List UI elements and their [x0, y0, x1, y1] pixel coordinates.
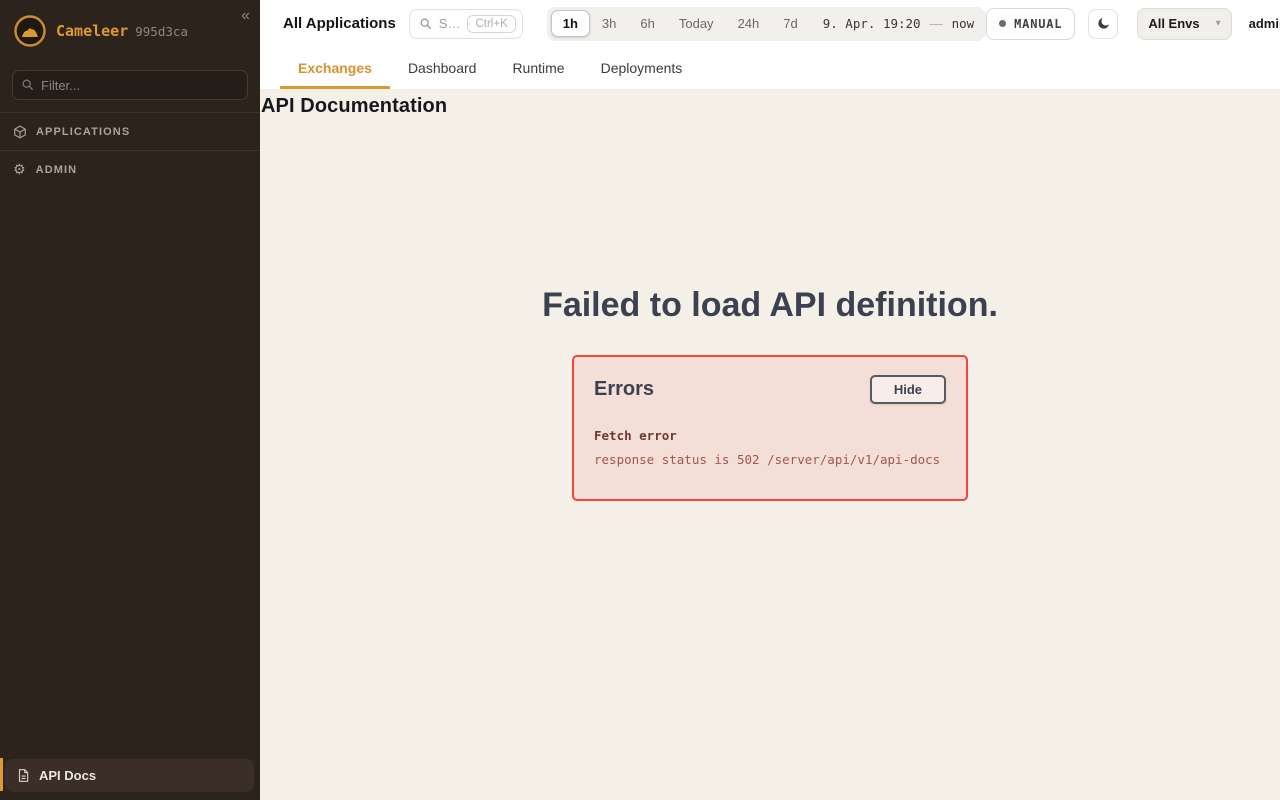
page-title: API Documentation — [260, 95, 1280, 118]
user-menu[interactable]: admin — [1249, 16, 1280, 31]
tab-bar: Exchanges Dashboard Runtime Deployments — [260, 47, 1280, 89]
environment-select[interactable]: All Envs ▾ — [1137, 8, 1231, 40]
app-name: Cameleer — [56, 22, 128, 40]
sidebar-header: Cameleer 995d3ca « — [0, 0, 260, 62]
time-start: 9. Apr. 19:20 — [823, 16, 921, 31]
error-message: response status is 502 /server/api/v1/ap… — [594, 452, 946, 467]
errors-panel-header: Errors Hide — [594, 375, 946, 404]
time-range-today[interactable]: Today — [667, 10, 726, 37]
errors-panel: Errors Hide Fetch error response status … — [572, 355, 968, 501]
main-content: API Documentation Failed to load API def… — [260, 89, 1280, 800]
global-search-box[interactable]: S… Ctrl+K — [409, 9, 523, 39]
time-range-1h[interactable]: 1h — [551, 10, 590, 37]
active-item-accent-bar — [0, 758, 3, 791]
time-range-24h[interactable]: 24h — [726, 10, 772, 37]
time-display: 9. Apr. 19:20 — now — [823, 16, 974, 31]
search-icon — [21, 78, 34, 96]
dark-mode-toggle[interactable] — [1088, 9, 1118, 39]
top-header: All Applications S… Ctrl+K 1h 3h 6h Toda… — [260, 0, 1280, 47]
sidebar-collapse-button[interactable]: « — [241, 8, 250, 24]
manual-mode-button[interactable]: MANUAL — [986, 8, 1075, 40]
document-icon — [16, 768, 30, 783]
sidebar-spacer — [0, 188, 260, 759]
sidebar-item-label: ADMIN — [36, 164, 78, 176]
error-item: Fetch error response status is 502 /serv… — [594, 428, 946, 467]
tab-runtime[interactable]: Runtime — [494, 47, 582, 89]
app-instance-id: 995d3ca — [135, 24, 188, 39]
sidebar-footer: API Docs — [0, 759, 260, 800]
hide-errors-button[interactable]: Hide — [870, 375, 946, 404]
sidebar-item-applications[interactable]: APPLICATIONS — [0, 112, 260, 150]
header-title: All Applications — [283, 15, 396, 32]
error-title: Fetch error — [594, 428, 946, 443]
filter-input[interactable] — [12, 70, 248, 100]
sidebar-item-admin[interactable]: ⚙ ADMIN — [0, 150, 260, 188]
moon-icon — [1096, 16, 1111, 31]
error-headline: Failed to load API definition. — [260, 286, 1280, 325]
search-icon — [419, 17, 432, 30]
sidebar-item-label: APPLICATIONS — [36, 126, 130, 138]
time-range-7d[interactable]: 7d — [771, 10, 809, 37]
errors-panel-title: Errors — [594, 378, 654, 401]
time-range-selector: 1h 3h 6h Today 24h 7d 9. Apr. 19:20 — no… — [547, 7, 986, 41]
time-range-6h[interactable]: 6h — [628, 10, 666, 37]
time-separator: — — [930, 16, 943, 31]
sidebar-filter — [12, 70, 248, 100]
status-dot-icon — [999, 20, 1006, 27]
main-column: All Applications S… Ctrl+K 1h 3h 6h Toda… — [260, 0, 1280, 800]
manual-label: MANUAL — [1014, 17, 1062, 31]
sidebar: Cameleer 995d3ca « APPLICATIONS ⚙ ADMIN — [0, 0, 260, 800]
environment-value: All Envs — [1148, 16, 1199, 31]
chevron-down-icon: ▾ — [1216, 18, 1221, 29]
time-end: now — [952, 16, 975, 31]
tab-deployments[interactable]: Deployments — [583, 47, 701, 89]
gear-icon: ⚙ — [13, 163, 27, 177]
tab-exchanges[interactable]: Exchanges — [280, 47, 390, 89]
package-icon — [13, 125, 27, 139]
time-range-3h[interactable]: 3h — [590, 10, 628, 37]
tab-dashboard[interactable]: Dashboard — [390, 47, 495, 89]
search-shortcut-badge: Ctrl+K — [467, 15, 515, 33]
api-docs-label: API Docs — [39, 768, 96, 783]
search-placeholder-text: S… — [439, 16, 461, 31]
app-logo-icon — [14, 15, 46, 47]
sidebar-item-api-docs[interactable]: API Docs — [5, 759, 254, 792]
